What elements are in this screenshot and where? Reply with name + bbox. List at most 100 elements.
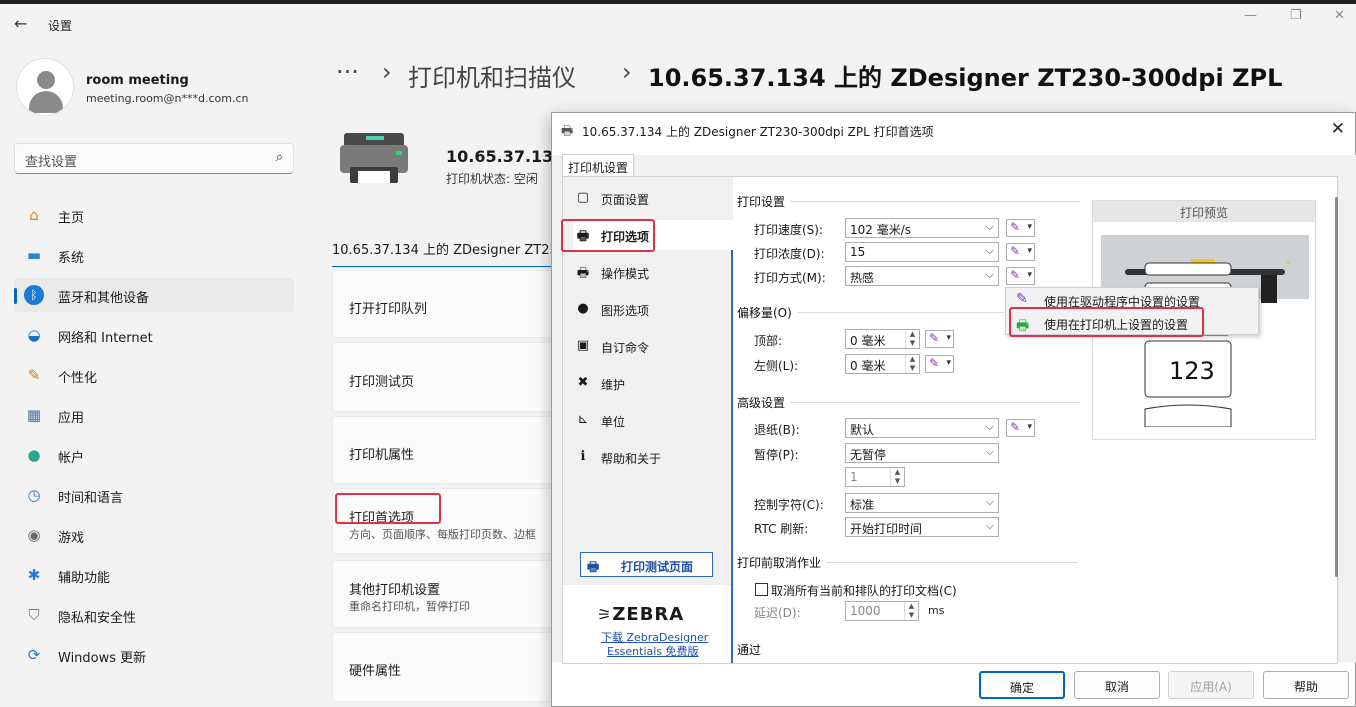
apply-button[interactable]: 应用(A)	[1168, 671, 1254, 699]
card-open-print-queue[interactable]: 打开打印队列	[332, 270, 557, 338]
pause-select[interactable]: 无暂停 ⌵	[845, 443, 999, 463]
search-icon: ⌕	[275, 150, 283, 165]
zebra-logo: ⚞ZEBRA	[597, 604, 684, 625]
chevron-down-icon: ⌵	[985, 519, 994, 532]
breadcrumb-parent[interactable]: 打印机和扫描仪	[408, 58, 576, 93]
back-arrow-icon[interactable]: ←	[14, 14, 27, 33]
setting-source-dropdown[interactable]: ✎ ▾	[1006, 267, 1035, 285]
nav-item-network[interactable]: ◒ 网络和 Internet	[14, 318, 294, 352]
card-printer-properties[interactable]: 打印机属性	[332, 416, 557, 484]
setting-source-dropdown[interactable]: ✎ ▾	[1006, 219, 1035, 237]
menu-item-maintenance[interactable]: ✖ 维护	[573, 368, 733, 398]
backfeed-select[interactable]: 默认 ⌵	[845, 418, 999, 438]
pencil-icon: ✎	[1010, 220, 1021, 234]
update-icon: ⟳	[27, 646, 41, 664]
wifi-icon: ◒	[27, 326, 41, 344]
zebra-head-icon: ⚞	[597, 605, 613, 624]
bluetooth-icon: ᛒ	[24, 285, 44, 305]
menu-item-units[interactable]: ⊾ 单位	[573, 405, 733, 435]
nav-item-system[interactable]: ▬ 系统	[14, 238, 294, 272]
chevron-down-icon: ⌵	[985, 268, 994, 281]
nav-item-gaming[interactable]: ◉ 游戏	[14, 518, 294, 552]
scrollbar[interactable]	[1335, 197, 1338, 577]
nav-item-windows-update[interactable]: ⟳ Windows 更新	[14, 638, 294, 672]
printer-status: 打印机状态: 空闲	[446, 172, 538, 186]
pencil-icon: ✎	[1016, 291, 1028, 307]
top-offset-spinner[interactable]: 0 毫米 ▲ ▼	[845, 329, 920, 349]
graphics-icon: ●	[577, 301, 589, 316]
card-title: 打印测试页	[349, 375, 415, 390]
download-link[interactable]: Essentials 免费版	[607, 643, 699, 659]
nav-item-apps[interactable]: ▦ 应用	[14, 398, 294, 432]
menu-item-custom-command[interactable]: ▣ 自订命令	[573, 331, 733, 361]
button-label: 打印测试页面	[621, 560, 694, 574]
clock-icon: ◷	[27, 486, 41, 504]
darkness-select[interactable]: 15 ⌵	[845, 242, 999, 262]
nav-item-accounts[interactable]: ● 帐户	[14, 438, 294, 472]
select-value: 默认	[850, 423, 875, 437]
card-other-printer-settings[interactable]: 其他打印机设置 重命名打印机，暂停打印	[332, 560, 557, 628]
nav-label: 个性化	[58, 371, 98, 386]
card-print-test-page[interactable]: 打印测试页	[332, 342, 557, 412]
menu-item-graphics[interactable]: ● 图形选项	[573, 294, 733, 324]
help-button[interactable]: 帮助	[1263, 671, 1349, 699]
nav-label: 辅助功能	[58, 571, 111, 586]
method-label: 打印方式(M):	[754, 271, 826, 285]
chevron-down-icon: ▾	[1027, 270, 1032, 280]
rtc-label: RTC 刷新:	[754, 522, 809, 536]
search-input[interactable]: 查找设置 ⌕	[14, 143, 294, 174]
select-value: 热感	[850, 271, 875, 285]
ok-button[interactable]: 确定	[979, 671, 1065, 699]
nav-item-personalization[interactable]: ✎ 个性化	[14, 358, 294, 392]
backfeed-label: 退纸(B):	[754, 423, 800, 437]
menu-item-page-setup[interactable]: ▢ 页面设置	[573, 183, 733, 213]
tab-printer-settings[interactable]: 打印机设置	[562, 154, 634, 176]
nav-label: 网络和 Internet	[58, 331, 153, 346]
nav-item-bluetooth[interactable]: ᛒ 蓝牙和其他设备	[14, 278, 294, 312]
brush-icon: ✎	[27, 366, 41, 384]
spinner-value: 1000	[850, 604, 881, 618]
chevron-down-icon: ⌵	[985, 495, 994, 508]
close-window-icon[interactable]: ✕	[1334, 8, 1345, 23]
minimize-icon[interactable]: —	[1244, 8, 1257, 23]
card-hardware-properties[interactable]: 硬件属性	[332, 632, 557, 702]
nav-label: 隐私和安全性	[58, 611, 137, 626]
nav-item-privacy[interactable]: ⛉ 隐私和安全性	[14, 598, 294, 632]
print-method-select[interactable]: 热感 ⌵	[845, 266, 999, 286]
menu-item-operation-mode[interactable]: 🖶 操作模式	[573, 257, 733, 287]
accessibility-icon: ✱	[27, 566, 41, 584]
print-test-page-button[interactable]: 🖶 打印测试页面	[580, 552, 713, 577]
dialog-close-icon[interactable]: ✕	[1331, 119, 1345, 139]
cancel-button[interactable]: 取消	[1074, 671, 1160, 699]
breadcrumb-more[interactable]: ···	[336, 58, 359, 86]
print-speed-select[interactable]: 102 毫米/s ⌵	[845, 218, 999, 238]
nav-item-home[interactable]: ⌂ 主页	[14, 198, 294, 232]
setting-source-dropdown[interactable]: ✎ ▾	[925, 355, 954, 373]
separator	[790, 201, 1080, 202]
card-subtitle: 重命名打印机，暂停打印	[349, 600, 470, 613]
avatar[interactable]	[16, 58, 74, 116]
spinner-arrows-icon[interactable]: ▲ ▼	[905, 330, 919, 348]
left-offset-spinner[interactable]: 0 毫米 ▲ ▼	[845, 354, 920, 374]
rtc-select[interactable]: 开始打印时间 ⌵	[845, 517, 999, 537]
control-char-select[interactable]: 标准 ⌵	[845, 493, 999, 513]
select-value: 102 毫米/s	[850, 223, 912, 237]
nav-item-time-language[interactable]: ◷ 时间和语言	[14, 478, 294, 512]
nav-label: 时间和语言	[58, 491, 124, 506]
pencil-icon: ✎	[929, 331, 940, 345]
pencil-icon: ✎	[929, 356, 940, 370]
card-subtitle: 方向、页面顺序、每版打印页数、边框	[349, 528, 536, 541]
nav-item-accessibility[interactable]: ✱ 辅助功能	[14, 558, 294, 592]
setting-source-dropdown[interactable]: ✎ ▾	[925, 330, 954, 348]
chevron-down-icon: ⌵	[985, 420, 994, 433]
spinner-arrows-icon[interactable]: ▲ ▼	[905, 355, 919, 373]
maximize-icon[interactable]: ❐	[1290, 8, 1302, 23]
page-title: 10.65.37.134 上的 ZDesigner ZT230-300dpi Z…	[648, 64, 1283, 92]
setting-source-dropdown[interactable]: ✎ ▾	[1006, 243, 1035, 261]
cancel-all-checkbox[interactable]	[755, 583, 768, 596]
menu-item-help-about[interactable]: ℹ 帮助和关于	[573, 442, 733, 472]
setting-source-dropdown[interactable]: ✎ ▾	[1006, 419, 1035, 437]
offset-heading: 偏移量(O)	[737, 306, 792, 320]
preview-label: 123	[1169, 357, 1215, 385]
spinner-arrows-icon: ▲ ▼	[904, 602, 918, 620]
